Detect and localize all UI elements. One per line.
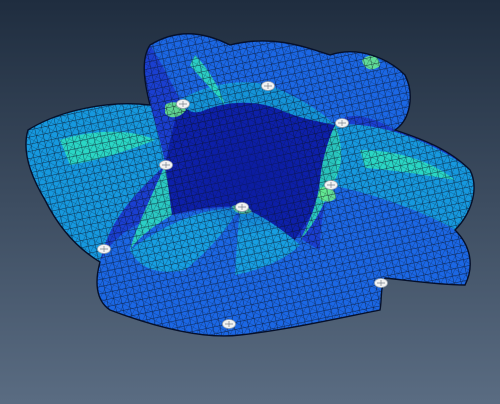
bc-pin-marker: [324, 180, 338, 190]
bc-pin-marker: [374, 278, 388, 288]
bc-pin-marker: [222, 319, 236, 329]
bc-pin-marker: [97, 244, 111, 254]
bc-pin-marker: [176, 99, 190, 109]
fea-deformed-mesh-render: [0, 0, 500, 404]
bc-pin-marker: [235, 202, 249, 212]
fea-viewport[interactable]: [0, 0, 500, 404]
bc-pin-marker: [335, 118, 349, 128]
bc-pin-marker: [261, 81, 275, 91]
inner-cavity-shade: [180, 115, 320, 235]
bc-pin-marker: [159, 160, 173, 170]
